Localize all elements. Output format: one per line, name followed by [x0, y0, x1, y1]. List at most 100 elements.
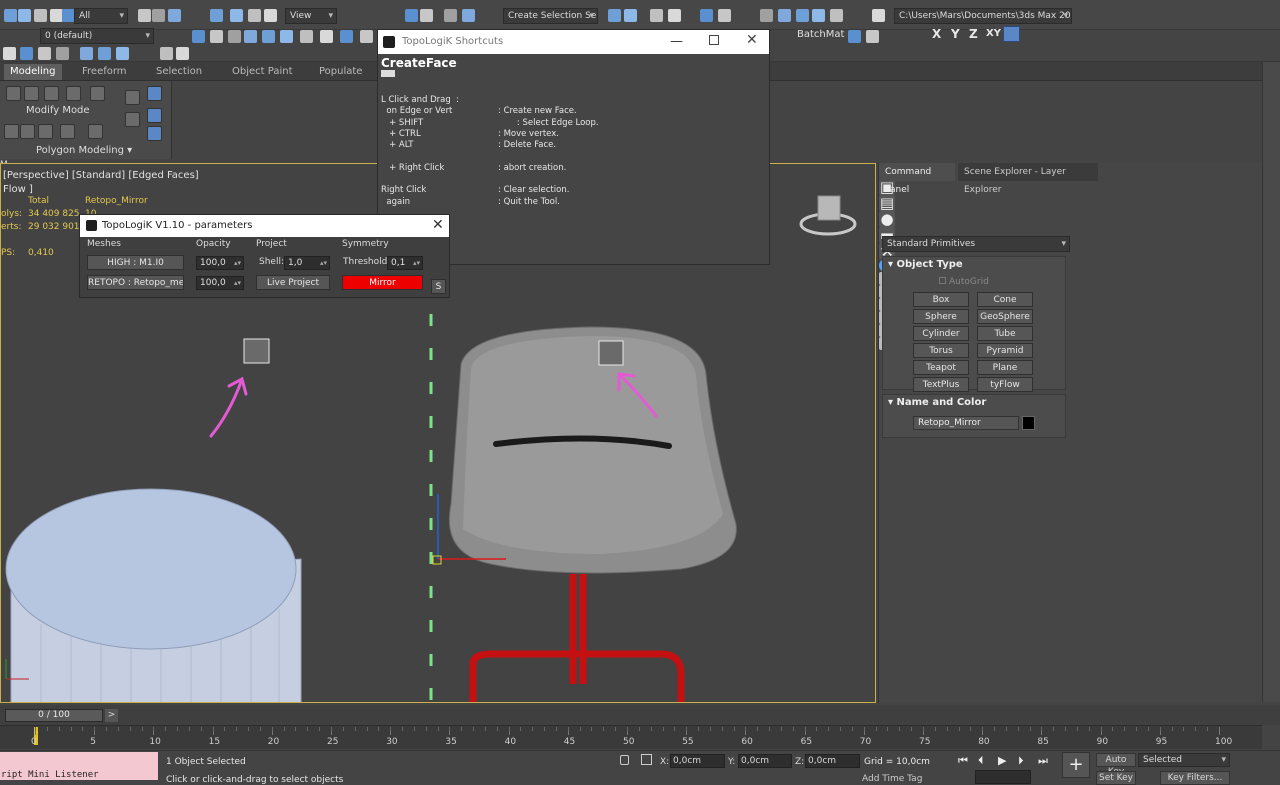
previous-modifier-icon[interactable] [147, 126, 162, 141]
render-frame-icon[interactable] [796, 9, 809, 22]
vertex-icon[interactable] [38, 47, 51, 60]
layer-add-icon[interactable] [228, 30, 241, 43]
path-folder-icon[interactable] [300, 30, 313, 43]
next-key-icon[interactable]: ⏵ [1018, 754, 1024, 768]
set-key-button[interactable]: Set Key [1096, 771, 1136, 785]
parameters-window[interactable]: TopoLogiK V1.10 - parameters ✕ Meshes Op… [79, 214, 450, 298]
maximize-icon[interactable] [709, 35, 719, 45]
snap-icon[interactable] [405, 9, 418, 22]
select-region-icon[interactable] [152, 9, 165, 22]
category-dropdown[interactable]: Standard Primitives [882, 236, 1070, 252]
shell-spinner[interactable]: 1,0 [284, 256, 330, 270]
window-crossing-icon[interactable] [168, 9, 181, 22]
element-mode-icon[interactable] [90, 86, 105, 101]
angle-snap-icon[interactable] [420, 9, 433, 22]
render-setup-icon[interactable] [778, 9, 791, 22]
close-icon[interactable]: ✕ [746, 32, 758, 48]
link-icon[interactable] [34, 9, 47, 22]
select-manipulate-icon[interactable] [264, 9, 277, 22]
object-button-box[interactable]: Box [913, 292, 969, 307]
object-name-input[interactable]: Retopo_Mirror [913, 416, 1019, 430]
graphite-icon[interactable] [848, 30, 861, 43]
stats-icon[interactable] [866, 30, 879, 43]
parameters-close-icon[interactable]: ✕ [432, 217, 444, 233]
snaps-toggle-icon[interactable] [3, 47, 16, 60]
object-button-tube[interactable]: Tube [977, 326, 1033, 341]
constraint-z[interactable]: Z [969, 27, 978, 41]
project-icon[interactable] [320, 30, 333, 43]
tab-command-panel[interactable]: Command Panel [879, 163, 955, 195]
render-icon[interactable] [812, 9, 825, 22]
layer-dropdown[interactable]: 0 (default) [40, 28, 154, 44]
minimize-icon[interactable]: — [670, 34, 683, 49]
unhide-icon[interactable] [210, 30, 223, 43]
mini-listener[interactable]: ript Mini Listener [0, 752, 158, 780]
next-modifier-icon[interactable] [147, 108, 162, 123]
key-mode-icon[interactable]: + [1062, 752, 1090, 778]
go-to-start-icon[interactable]: ⏮ [958, 754, 968, 768]
tab-modeling[interactable]: Modeling [4, 64, 62, 80]
vertex-mode-icon[interactable] [6, 86, 21, 101]
ribbon-toggle-icon[interactable] [668, 9, 681, 22]
tab-freeform[interactable]: Freeform [76, 64, 133, 80]
preview-off-icon[interactable] [4, 124, 19, 139]
warning-icon[interactable] [872, 9, 885, 22]
play-icon[interactable]: ▶ [998, 754, 1006, 767]
show-end-icon[interactable] [88, 124, 103, 139]
element-icon[interactable] [116, 47, 129, 60]
object-button-sphere[interactable]: Sphere [913, 309, 969, 324]
object-color-swatch[interactable] [1022, 416, 1035, 430]
named-selection-set-dropdown[interactable]: Create Selection Se [503, 8, 598, 24]
high-mesh-button[interactable]: HIGH : M1.I0 [87, 255, 184, 270]
polygon-modeling-label[interactable]: Polygon Modeling ▾ [36, 145, 132, 156]
curve-editor-icon[interactable] [700, 9, 713, 22]
schematic-icon[interactable] [718, 9, 731, 22]
add-time-tag[interactable]: Add Time Tag [862, 774, 922, 784]
x-coordinate-field[interactable]: 0,0cm [670, 754, 725, 768]
key-filters-button[interactable]: Key Filters... [1160, 771, 1230, 785]
select-icon[interactable] [138, 9, 151, 22]
layer-select-icon[interactable] [244, 30, 257, 43]
toggle-icon[interactable] [125, 112, 140, 127]
absolute-mode-icon[interactable] [641, 754, 652, 765]
go-to-end-icon[interactable]: ⏭ [1038, 754, 1048, 768]
shortcuts-dropdown-icon[interactable] [381, 70, 395, 77]
object-button-tyflow[interactable]: tyFlow [977, 377, 1033, 392]
arrow-icon[interactable] [340, 30, 353, 43]
object-button-teapot[interactable]: Teapot [913, 360, 969, 375]
shape-icon[interactable] [262, 30, 275, 43]
batchmat-label[interactable]: BatchMat [797, 29, 844, 40]
retopo-mesh-button[interactable]: RETOPO : Retopo_mesh [87, 275, 184, 290]
threshold-spinner[interactable]: 0,1 [387, 256, 423, 270]
redo-icon[interactable] [18, 9, 31, 22]
mirror-button[interactable]: Mirror [342, 275, 423, 290]
ignore-backface-icon[interactable] [38, 124, 53, 139]
object-button-textplus[interactable]: TextPlus [913, 377, 969, 392]
material-editor-icon[interactable] [760, 9, 773, 22]
previous-key-icon[interactable]: ⏴ [978, 754, 984, 768]
use-stack-icon[interactable] [60, 124, 75, 139]
object-button-pyramid[interactable]: Pyramid [977, 343, 1033, 358]
teapot-icon[interactable] [830, 9, 843, 22]
preview-icon[interactable] [20, 124, 35, 139]
lock-icon[interactable] [620, 755, 629, 765]
selected-dropdown[interactable]: Selected [1138, 753, 1230, 767]
edge-mode-icon[interactable] [24, 86, 39, 101]
isolate-icon[interactable] [160, 47, 173, 60]
layer-manager-icon[interactable] [650, 9, 663, 22]
object-button-plane[interactable]: Plane [977, 360, 1033, 375]
object-button-torus[interactable]: Torus [913, 343, 969, 358]
transform-type-icon[interactable] [20, 47, 33, 60]
high-opacity-spinner[interactable]: 100,0 [196, 256, 244, 270]
object-button-cylinder[interactable]: Cylinder [913, 326, 969, 341]
align-icon[interactable] [624, 9, 637, 22]
freeze-icon[interactable] [176, 47, 189, 60]
collapse-stack-icon[interactable] [125, 90, 140, 105]
tab-scene-explorer[interactable]: Scene Explorer - Layer Explorer [958, 163, 1098, 195]
polygon-icon[interactable] [98, 47, 111, 60]
name-color-title[interactable]: ▾ Name and Color [888, 397, 986, 408]
percent-snap-icon[interactable] [444, 9, 457, 22]
pin-stack-icon[interactable] [147, 86, 162, 101]
mirror-icon[interactable] [608, 9, 621, 22]
time-slider[interactable]: 0 / 100 [5, 709, 103, 722]
